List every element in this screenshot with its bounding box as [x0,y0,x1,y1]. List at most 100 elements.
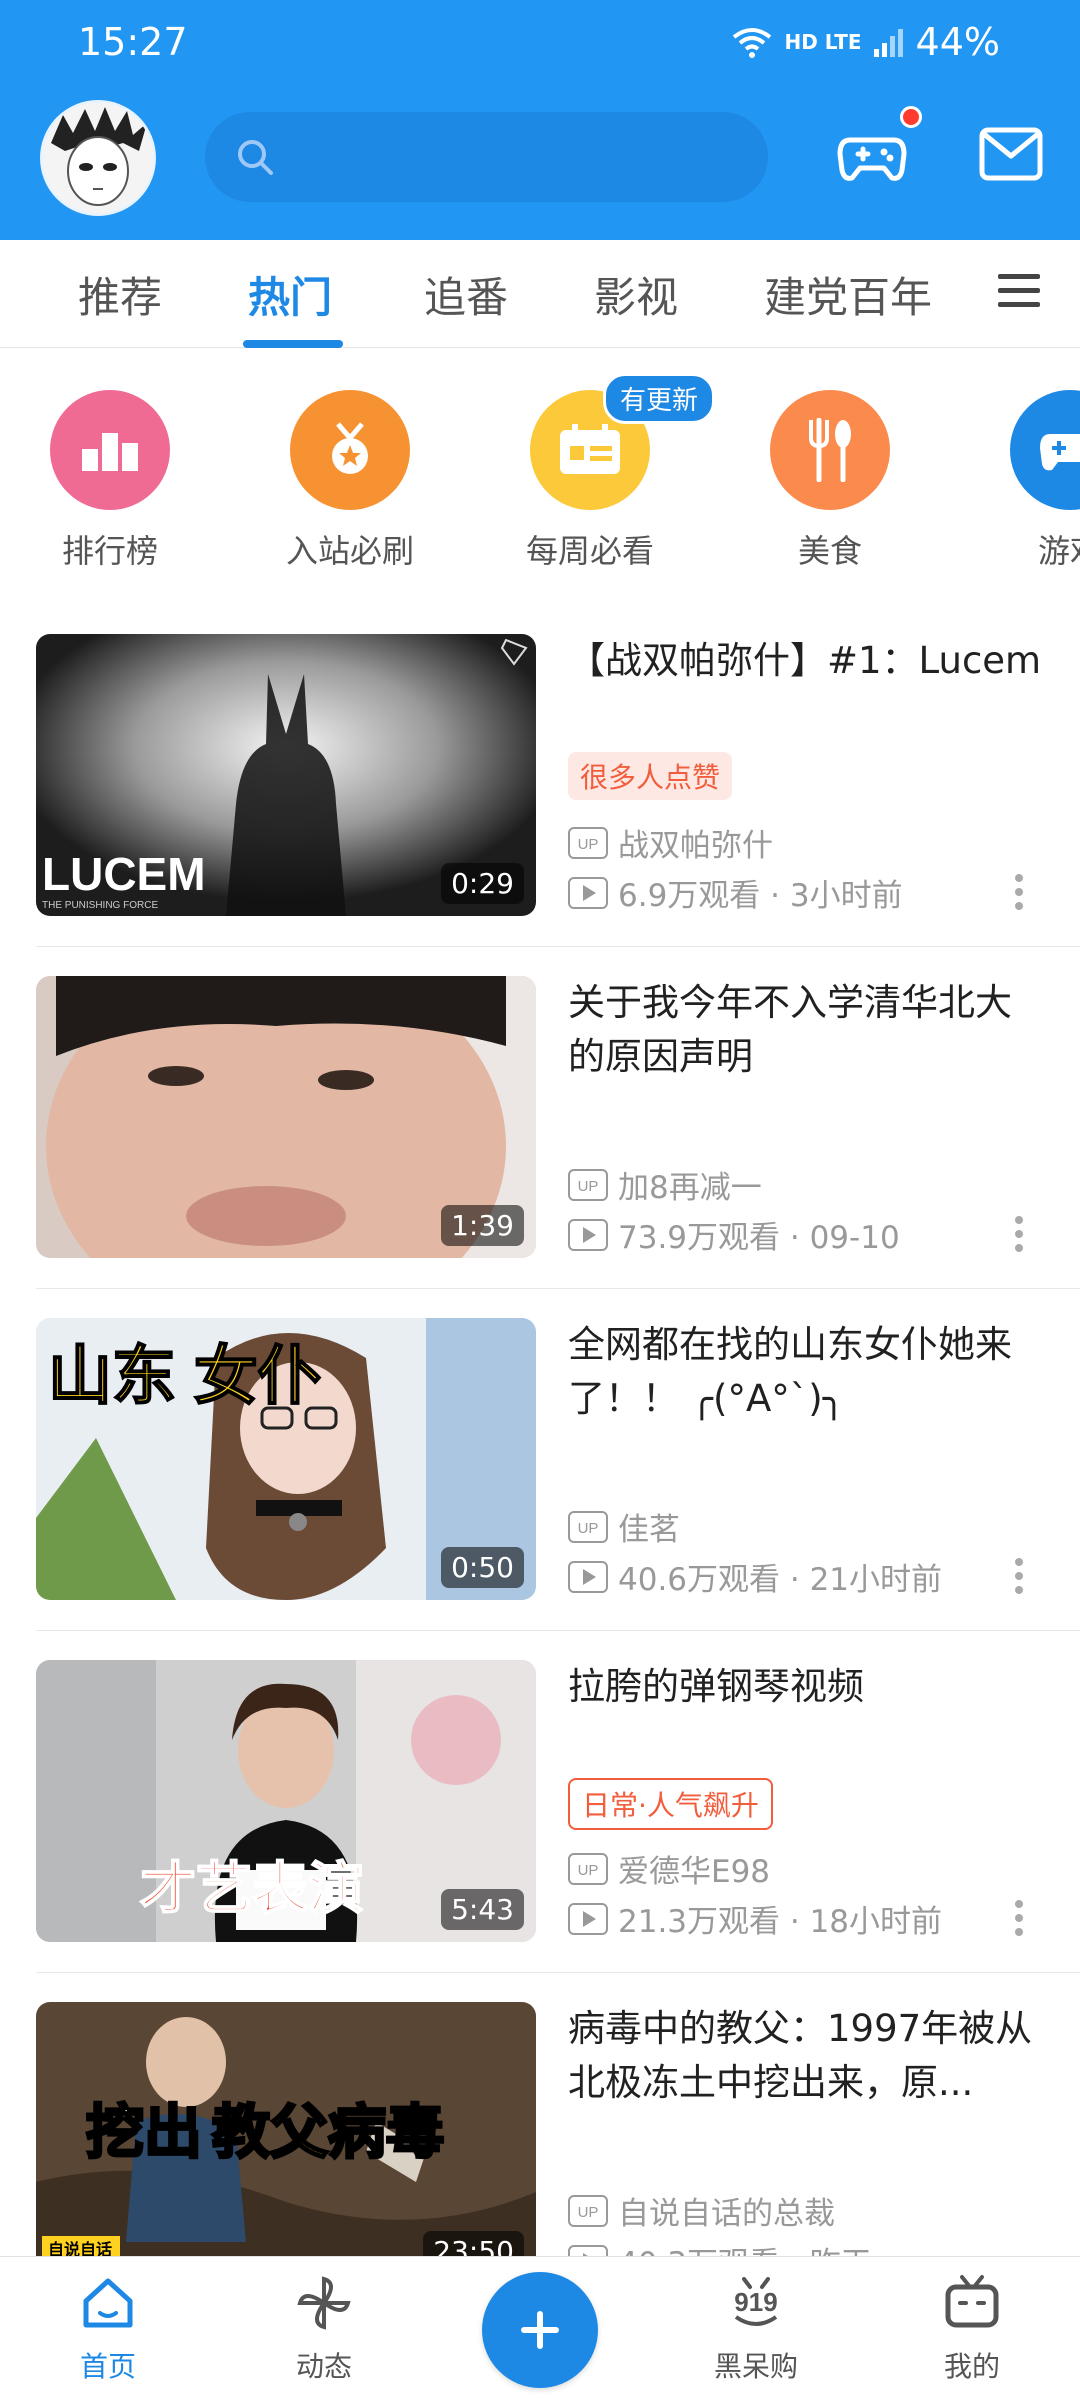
svg-text:919: 919 [734,2287,777,2317]
tab-hot[interactable]: 热门 [248,264,332,325]
search-bar[interactable] [205,112,768,202]
video-title: 【战双帕弥什】#1：Lucem [568,639,1042,682]
more-options-icon[interactable] [1012,1556,1026,1596]
author-name: 加8再减一 [618,1170,762,1206]
video-stats: 73.9万观看 · 09-10 [568,1212,900,1257]
gamepad-icon[interactable] [836,118,908,190]
thumbnail-text: LUCEM [42,848,206,900]
tab-movies[interactable]: 影视 [594,264,678,325]
video-author: UP 战双帕弥什 [568,820,773,865]
tab-bangumi[interactable]: 追番 [424,264,508,325]
status-bar-right: HD LTE 44% [730,20,1000,64]
category-ranking[interactable]: 排行榜 [10,390,210,572]
network-type: HD LTE [784,30,862,54]
video-author: UP 爱德华E98 [568,1846,770,1891]
divider [36,946,1080,947]
play-count-icon [568,876,608,909]
views-and-time: 21.3万观看 · 18小时前 [618,1904,943,1940]
svg-text:UP: UP [578,2204,599,2221]
video-duration: 0:29 [441,863,524,904]
video-duration: 1:39 [441,1205,524,1246]
more-options-icon[interactable] [1012,1214,1026,1254]
thumbnail-text: 山东 女仆 [48,1340,322,1412]
video-thumbnail[interactable]: LUCEM THE PUNISHING FORCE 0:29 [36,634,536,916]
tv-icon [945,2275,999,2328]
category-games[interactable]: 游戏 [970,390,1080,572]
search-icon [238,140,273,175]
video-card[interactable]: 山东 女仆 0:50 全网都在找的山东女仆她来了！！ ╭(°A°`)╮ UP 佳… [0,1318,1080,1660]
shop-919-icon: 919 [734,2277,778,2326]
channel-tabs: 推荐 热门 追番 影视 建党百年 [0,240,1080,348]
play-count-icon [568,1218,608,1251]
publish-button[interactable] [482,2272,598,2388]
thumbnail-text-highlight: 教父病毒 [212,2100,444,2165]
video-card[interactable]: 才艺表演 5:43 拉胯的弹钢琴视频 日常·人气飙升 UP 爱德华E98 21.… [0,1660,1080,2002]
video-author: UP 自说自话的总裁 [568,2188,835,2233]
play-count-icon [568,1560,608,1593]
author-name: 战双帕弥什 [618,828,773,864]
author-name: 爱德华E98 [618,1854,771,1890]
svg-text:UP: UP [578,1178,599,1195]
video-stats: 40.6万观看 · 21小时前 [568,1554,942,1599]
home-icon [83,2278,133,2328]
signal-icon [873,29,903,57]
divider [36,1630,1080,1631]
divider [36,1972,1080,1973]
nav-home[interactable]: 首页 [38,2273,178,2385]
medal-icon [290,390,410,510]
nav-shop[interactable]: 919 黑呆购 [686,2273,826,2385]
update-badge: 有更新 [603,373,716,424]
tab-party-centenary[interactable]: 建党百年 [764,264,932,325]
video-thumbnail[interactable]: 挖出 教父病毒 自说自话 23:50 [36,2002,536,2284]
video-card[interactable]: LUCEM THE PUNISHING FORCE 0:29 【战双帕弥什】#1… [0,634,1080,976]
up-icon: UP [568,1852,608,1885]
tab-recommend[interactable]: 推荐 [78,264,162,325]
nav-dynamic[interactable]: 动态 [254,2273,394,2385]
more-options-icon[interactable] [1012,1898,1026,1938]
nav-mine[interactable]: 我的 [902,2273,1042,2385]
views-and-time: 73.9万观看 · 09-10 [618,1220,900,1256]
category-food[interactable]: 美食 [730,390,930,572]
author-name: 自说自话的总裁 [618,2196,835,2232]
menu-icon[interactable] [998,270,1040,310]
up-icon: UP [568,2194,608,2227]
views-and-time: 40.6万观看 · 21小时前 [618,1562,943,1598]
video-stats: 6.9万观看 · 3小时前 [568,870,903,915]
video-card[interactable]: 1:39 关于我今年不入学清华北大的原因声明 UP 加8再减一 73.9万观看 … [0,976,1080,1318]
video-tag: 很多人点赞 [568,752,733,800]
svg-text:UP: UP [578,836,599,853]
ranking-icon [50,390,170,510]
active-tab-indicator [243,340,343,348]
play-count-icon [568,1902,608,1935]
video-tag: 日常·人气飙升 [568,1778,773,1830]
mail-icon[interactable] [978,124,1044,184]
video-duration: 5:43 [441,1889,524,1930]
status-time: 15:27 [78,20,188,64]
category-must-watch[interactable]: 入站必刷 [250,390,450,572]
thumbnail-text: 挖出 [86,2100,202,2165]
svg-text:UP: UP [578,1520,599,1537]
video-thumbnail[interactable]: 才艺表演 5:43 [36,1660,536,1942]
video-thumbnail[interactable]: 1:39 [36,976,536,1258]
video-author: UP 佳茗 [568,1504,680,1549]
pinwheel-icon [297,2276,351,2330]
wifi-icon [733,28,772,58]
video-author: UP 加8再减一 [568,1162,762,1207]
video-thumbnail[interactable]: 山东 女仆 0:50 [36,1318,536,1600]
thumbnail-text: 才艺表演 [140,1857,364,1920]
video-duration: 0:50 [441,1547,524,1588]
svg-text:UP: UP [578,1862,599,1879]
plus-icon [521,2311,559,2349]
video-title: 全网都在找的山东女仆她来了！！ ╭(°A°`)╮ [568,1323,1012,1420]
avatar[interactable] [40,100,156,216]
up-icon: UP [568,1168,608,1201]
author-name: 佳茗 [618,1512,680,1548]
gamepad-icon [1010,390,1080,510]
more-options-icon[interactable] [1012,872,1026,912]
video-title: 拉胯的弹钢琴视频 [568,1665,864,1708]
video-title: 病毒中的教父：1997年被从北极冻土中挖出来，原... [568,2007,1033,2104]
fork-spoon-icon [770,390,890,510]
battery-level: 44% [915,20,1000,64]
video-stats: 21.3万观看 · 18小时前 [568,1896,942,1941]
up-icon: UP [568,1510,608,1543]
